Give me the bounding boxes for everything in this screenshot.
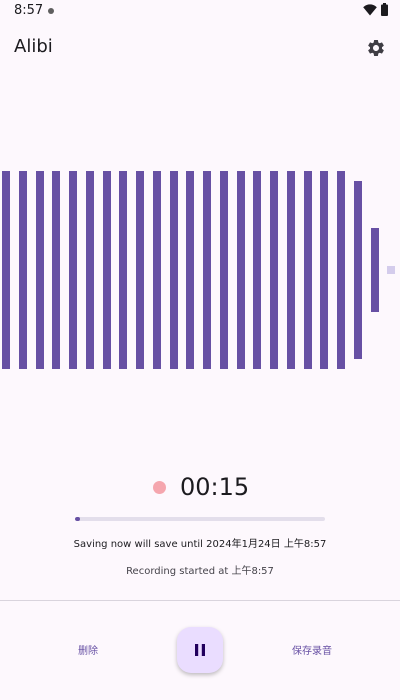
waveform-bar (85, 171, 94, 369)
bottom-action-bar: 删除 保存录音 (0, 601, 400, 700)
recording-progress-fill (75, 517, 80, 521)
save-until-note: Saving now will save until 2024年1月24日 上午… (73, 539, 327, 550)
waveform-bar (186, 171, 195, 369)
battery-icon (381, 3, 388, 16)
notification-dot-icon (48, 8, 54, 14)
waveform-bar (119, 171, 128, 369)
waveform-bar (203, 171, 211, 369)
recording-timer: 00:15 (180, 473, 250, 501)
waveform-bar (35, 171, 44, 369)
top-app-bar: Alibi (0, 24, 400, 72)
status-time: 8:57 (14, 3, 44, 18)
audio-waveform (0, 160, 400, 380)
settings-button[interactable] (362, 34, 390, 62)
waveform-bar (69, 171, 77, 369)
waveform-bar (136, 171, 144, 369)
waveform-bar (18, 171, 27, 369)
timer-row: 00:15 (0, 470, 400, 506)
waveform-bar (320, 171, 329, 369)
waveform-bar (236, 171, 245, 369)
waveform-bar (337, 171, 345, 369)
waveform-bar (270, 171, 278, 369)
waveform-bar (169, 171, 178, 369)
waveform-bar (353, 180, 362, 360)
gear-icon (368, 39, 384, 56)
pause-icon (195, 644, 205, 656)
recording-progress-bar (75, 517, 325, 521)
waveform-bar (102, 171, 111, 369)
recording-started-note: Recording started at 上午8:57 (126, 566, 274, 577)
save-recording-button[interactable]: 保存录音 (282, 641, 342, 663)
app-title: Alibi (14, 36, 53, 57)
waveform-bar (286, 171, 295, 369)
waveform-bar (219, 171, 228, 369)
pause-button[interactable] (177, 627, 223, 673)
recording-indicator-dot (153, 481, 166, 494)
wifi-icon (363, 4, 377, 16)
delete-button[interactable]: 删除 (58, 641, 118, 663)
waveform-bar (253, 171, 262, 369)
waveform-bar (152, 171, 161, 369)
waveform-bar (2, 171, 10, 369)
waveform-bar (370, 228, 379, 312)
status-bar: 8:57 (0, 0, 400, 24)
waveform-bar (52, 171, 61, 369)
waveform-bar (303, 171, 312, 369)
waveform-bar (387, 266, 396, 274)
